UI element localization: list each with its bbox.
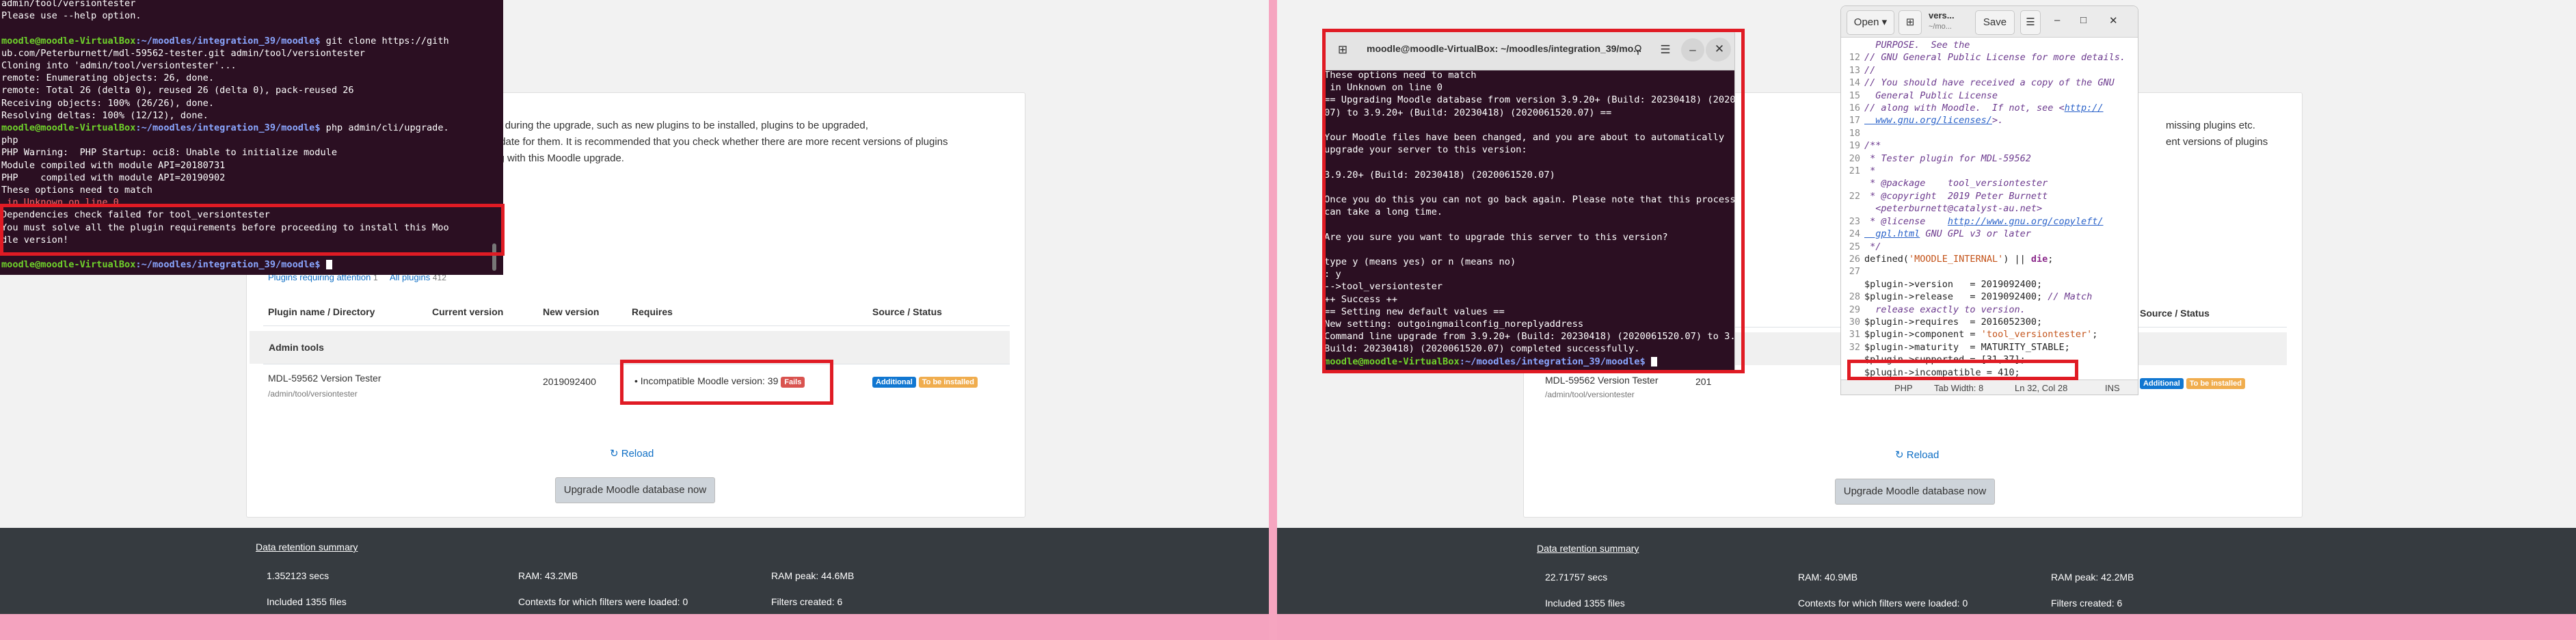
code-text: PURPOSE. See the // GNU General Public L… [1864, 40, 2126, 378]
plugin-status: Additional To be installed [2140, 377, 2248, 389]
tab-width-selector[interactable]: Tab Width: 8 [1934, 383, 1983, 393]
line-numbers: 12 13 14 15 16 17 18 19 20 21 22 23 24 25 26 27 28 29 3… [1841, 39, 1860, 354]
line-number: 26 [1849, 253, 1860, 265]
page-footer: Data retention summary 1.352123 secs RAM… [0, 528, 1269, 614]
reload-link[interactable]: ↻ Reload [610, 447, 654, 459]
reload-icon: ↻ [610, 448, 619, 459]
line-number: 31 [1849, 329, 1860, 341]
editor-close-icon[interactable]: ✕ [2109, 14, 2118, 27]
reload-icon: ↻ [1895, 449, 1904, 461]
success-highlight-box [1322, 29, 1745, 373]
intro-text: missing plugins etc. ent versions of plu… [2166, 120, 2268, 148]
editor-title: vers... [1929, 10, 1955, 21]
upgrade-database-button[interactable]: Upgrade Moodle database now [1835, 479, 1995, 505]
right-screenshot-panel: missing plugins etc. ent versions of plu… [1277, 0, 2576, 640]
open-button[interactable]: Open ▾ [1847, 10, 1894, 35]
col-header-plugin: Plugin name / Directory [268, 306, 375, 317]
line-number: 27 [1849, 266, 1860, 278]
insert-mode: INS [2105, 383, 2120, 393]
line-number: 16 [1849, 103, 1860, 114]
additional-badge: Additional [2140, 378, 2184, 389]
line-number: 22 [1849, 190, 1860, 202]
col-header-source: Source / Status [2140, 308, 2210, 319]
data-retention-link[interactable]: Data retention summary [1537, 543, 1639, 554]
editor-subtitle: ~/mo... [1929, 23, 1952, 31]
new-document-icon[interactable]: ⊞ [1899, 10, 1922, 35]
page-footer: Data retention summary 22.71757 secs RAM… [1277, 528, 2576, 614]
plugin-dir: /admin/tool/versiontester [268, 389, 358, 399]
plugin-new-version: 2019092400 [543, 376, 596, 387]
editor-menu-icon[interactable]: ☰ [2020, 10, 2041, 35]
editor-statusbar: PHP Tab Width: 8 Ln 32, Col 28 INS [1841, 379, 2138, 395]
line-number: 18 [1849, 127, 1860, 139]
col-header-requires: Requires [632, 306, 673, 317]
line-number: 14 [1849, 77, 1860, 89]
line-number: 28 [1849, 291, 1860, 303]
line-number: 32 [1849, 341, 1860, 353]
col-header-current: Current version [432, 306, 504, 317]
plugin-name: MDL-59562 Version Tester [1545, 375, 1659, 386]
editor-minimize-icon[interactable]: – [2054, 14, 2060, 26]
save-button[interactable]: Save [1975, 10, 2015, 35]
editor-headerbar: Open ▾ ⊞ vers... ~/mo... Save ☰ – □ ✕ [1841, 6, 2138, 38]
data-retention-link[interactable]: Data retention summary [256, 542, 358, 552]
to-be-installed-badge: To be installed [918, 377, 978, 388]
intro-text: ation during the upgrade, such as new pl… [480, 120, 948, 164]
code-view[interactable]: 12 13 14 15 16 17 18 19 20 21 22 23 24 25 26 27 28 29 3… [1841, 38, 2138, 379]
additional-badge: Additional [872, 377, 916, 388]
line-number: 29 [1849, 304, 1860, 315]
error-highlight-box [0, 204, 505, 256]
col-header-new: New version [543, 306, 600, 317]
line-number: 20 [1849, 152, 1860, 164]
line-number [1841, 202, 1860, 215]
line-number [1841, 39, 1860, 51]
left-screenshot-panel: ation during the upgrade, such as new pl… [0, 0, 1269, 640]
line-number: 19 [1849, 140, 1860, 152]
editor-window[interactable]: Open ▾ ⊞ vers... ~/mo... Save ☰ – □ ✕ 12… [1840, 5, 2138, 395]
line-number: 21 [1849, 165, 1860, 177]
cursor-position[interactable]: Ln 32, Col 28 [2015, 383, 2067, 393]
line-number: 12 [1849, 52, 1860, 64]
plugin-status: Additional To be installed [872, 375, 980, 388]
to-be-installed-badge: To be installed [2186, 378, 2245, 389]
line-number: 23 [1849, 215, 1860, 227]
plugin-dir: /admin/tool/versiontester [1545, 390, 1635, 399]
line-number: 15 [1849, 90, 1860, 101]
reload-link[interactable]: ↻ Reload [1895, 449, 1939, 461]
plugin-new-version: 201 [1695, 376, 1712, 387]
incompatible-line-highlight-box [1847, 360, 2078, 380]
line-number: 13 [1849, 64, 1860, 76]
line-number: 30 [1849, 316, 1860, 328]
section-admin-tools: Admin tools [250, 331, 1010, 364]
line-number [1841, 177, 1860, 189]
plugin-name: MDL-59562 Version Tester [268, 373, 381, 384]
editor-maximize-icon[interactable]: □ [2080, 14, 2087, 26]
upgrade-database-button[interactable]: Upgrade Moodle database now [555, 477, 715, 503]
line-number [1841, 278, 1860, 291]
requires-highlight-box [620, 360, 833, 405]
line-number: 24 [1849, 228, 1860, 240]
line-number: 17 [1849, 115, 1860, 126]
col-header-source: Source / Status [872, 306, 942, 317]
language-selector[interactable]: PHP [1894, 383, 1913, 393]
line-number: 25 [1849, 241, 1860, 252]
